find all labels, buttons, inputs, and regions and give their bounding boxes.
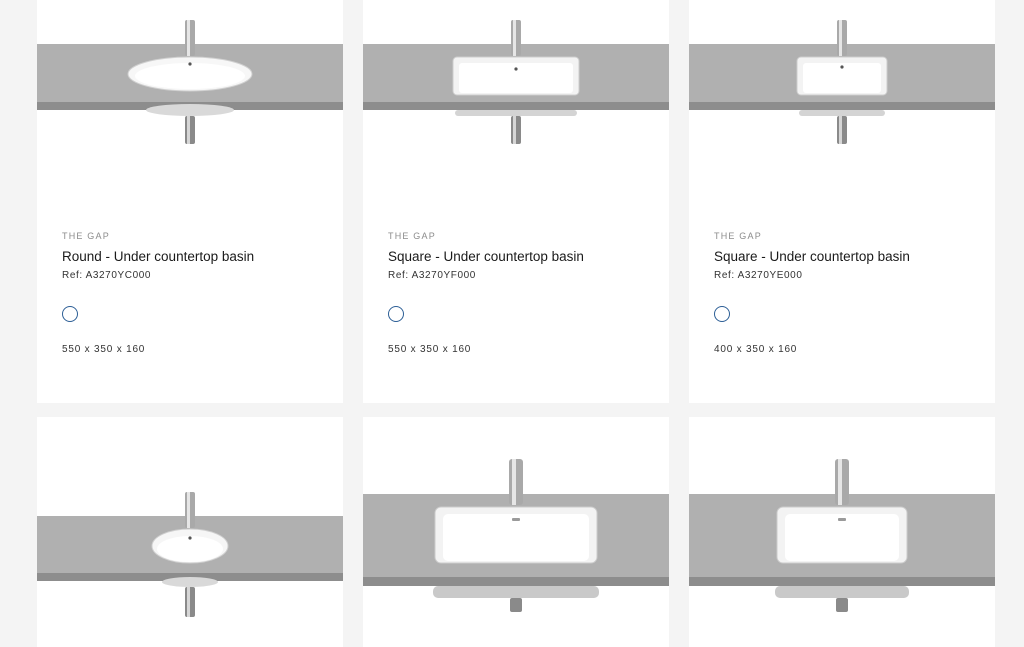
product-card[interactable] [689, 417, 995, 647]
color-swatch-white[interactable] [388, 306, 404, 322]
product-image [689, 459, 995, 612]
product-image [363, 20, 669, 144]
product-image [37, 492, 343, 617]
product-title[interactable]: Square - Under countertop basin [714, 248, 975, 265]
product-card[interactable] [37, 417, 343, 647]
collection-label: THE GAP [714, 231, 762, 241]
product-card[interactable]: THE GAP Square - Under countertop basin … [689, 0, 995, 403]
product-dimensions: 550 x 350 x 160 [62, 344, 146, 355]
product-image [37, 20, 343, 144]
collection-label: THE GAP [62, 231, 110, 241]
product-dimensions: 550 x 350 x 160 [388, 344, 472, 355]
product-ref: Ref: A3270YF000 [388, 270, 476, 281]
product-image [689, 20, 995, 144]
product-ref: Ref: A3270YE000 [714, 270, 803, 281]
color-swatch-white[interactable] [62, 306, 78, 322]
product-ref: Ref: A3270YC000 [62, 270, 152, 281]
product-title[interactable]: Round - Under countertop basin [62, 248, 323, 265]
product-dimensions: 400 x 350 x 160 [714, 344, 798, 355]
product-image [363, 459, 669, 612]
product-card[interactable] [363, 417, 669, 647]
product-card[interactable]: THE GAP Square - Under countertop basin … [363, 0, 669, 403]
color-swatch-white[interactable] [714, 306, 730, 322]
product-title[interactable]: Square - Under countertop basin [388, 248, 649, 265]
collection-label: THE GAP [388, 231, 436, 241]
product-card[interactable]: THE GAP Round - Under countertop basin R… [37, 0, 343, 403]
